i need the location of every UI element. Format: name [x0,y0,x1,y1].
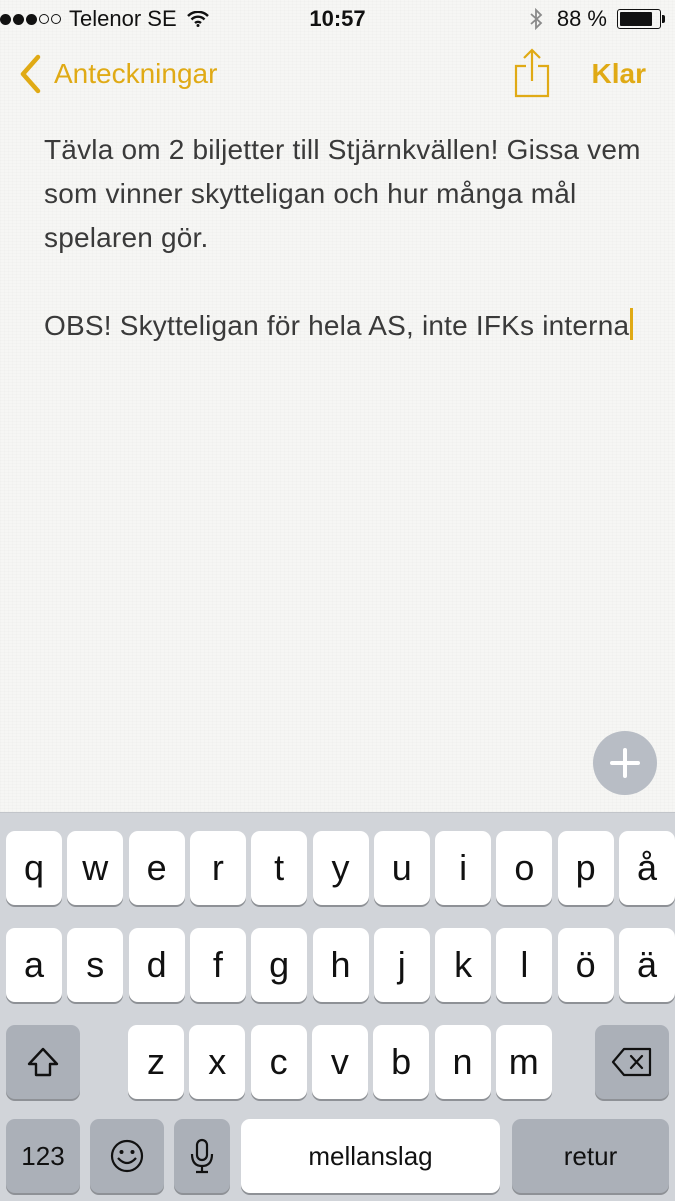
key-label: h [330,944,351,985]
space-key-label: mellanslag [308,1141,433,1171]
key-x[interactable]: x [189,1025,246,1099]
navigation-bar: Anteckningar Klar [0,40,675,112]
battery-icon [617,9,665,29]
microphone-key[interactable] [174,1119,230,1193]
key-p[interactable]: p [557,831,614,905]
battery-percent: 88 % [556,6,607,31]
shift-icon [27,1047,59,1077]
shift-key[interactable] [6,1025,80,1099]
key-label: n [452,1041,473,1082]
key-v[interactable]: v [311,1025,368,1099]
key-label: k [454,944,473,985]
key-q[interactable]: q [6,831,62,905]
key-label: v [330,1041,349,1082]
key-j[interactable]: j [373,928,430,1002]
key-label: ä [636,944,658,985]
key-o[interactable]: o [496,831,553,905]
note-editor[interactable]: Tävla om 2 biljetter till Stjärnkvällen!… [44,128,644,348]
back-button[interactable]: Anteckningar [18,54,217,94]
add-icon[interactable] [593,731,657,795]
key-label: e [146,847,167,888]
note-paragraph: OBS! Skytteligan för hela AS, inte IFKs … [44,304,644,348]
battery-fill [620,12,652,26]
numbers-key[interactable]: 123 [6,1119,80,1193]
key-label: a [23,944,45,985]
text-cursor [630,308,634,340]
key-c[interactable]: c [250,1025,307,1099]
note-paragraph-text: OBS! Skytteligan för hela AS, inte IFKs … [44,310,630,341]
key-label: g [269,944,290,985]
back-label: Anteckningar [54,58,218,89]
key-i[interactable]: i [435,831,492,905]
key-label: p [575,847,596,888]
key-r[interactable]: r [189,831,246,905]
bluetooth-icon [530,8,543,30]
key-y[interactable]: y [312,831,369,905]
battery-nub [662,15,665,23]
key-label: s [86,944,105,985]
key-label: b [391,1041,412,1082]
emoji-key[interactable] [90,1119,164,1193]
key-label: d [146,944,167,985]
key-label: x [208,1041,227,1082]
key-label: q [23,847,45,888]
key-w[interactable]: w [67,831,124,905]
empty-line [44,260,644,304]
key-ö[interactable]: ö [557,928,614,1002]
key-label: å [636,847,658,888]
return-key-label: retur [563,1141,618,1171]
key-label: t [274,847,285,888]
key-label: c [269,1041,288,1082]
status-bar: Telenor SE 10:57 88 % [0,0,675,38]
key-label: y [331,847,350,888]
key-ä[interactable]: ä [619,928,675,1002]
key-g[interactable]: g [251,928,308,1002]
key-label: w [82,847,109,888]
share-icon[interactable] [513,48,551,98]
microphone-icon [190,1138,214,1174]
key-label: i [459,847,468,888]
key-å[interactable]: å [619,831,675,905]
key-u[interactable]: u [373,831,430,905]
key-label: l [520,944,529,985]
return-key[interactable]: retur [512,1119,669,1193]
key-h[interactable]: h [312,928,369,1002]
key-label: u [391,847,412,888]
keyboard: qwe r t yu i opå asd f gh j k l öä z x c v bnm 123 mell… [0,812,675,1201]
key-z[interactable]: z [128,1025,184,1099]
key-label: ö [575,944,596,985]
key-b[interactable]: b [373,1025,430,1099]
key-label: f [212,944,223,985]
key-l[interactable]: l [496,928,553,1002]
key-m[interactable]: m [495,1025,552,1099]
key-t[interactable]: t [251,831,308,905]
key-label: r [211,847,224,888]
delete-icon [611,1047,652,1077]
space-key[interactable]: mellanslag [241,1119,500,1193]
emoji-icon [110,1139,144,1173]
note-background [0,0,675,812]
key-label: z [147,1041,165,1082]
key-f[interactable]: f [189,928,246,1002]
note-paragraph: Tävla om 2 biljetter till Stjärnkvällen!… [44,134,641,253]
key-e[interactable]: e [128,831,185,905]
done-button[interactable]: Klar [592,58,646,90]
delete-key[interactable] [595,1025,669,1099]
key-s[interactable]: s [67,928,124,1002]
key-k[interactable]: k [435,928,492,1002]
key-label: m [508,1041,539,1082]
key-label: j [397,944,406,985]
key-n[interactable]: n [434,1025,491,1099]
back-chevron-icon [20,54,41,94]
numbers-key-label: 123 [21,1141,65,1171]
key-d[interactable]: d [128,928,185,1002]
key-a[interactable]: a [6,928,62,1002]
key-label: o [514,847,535,888]
